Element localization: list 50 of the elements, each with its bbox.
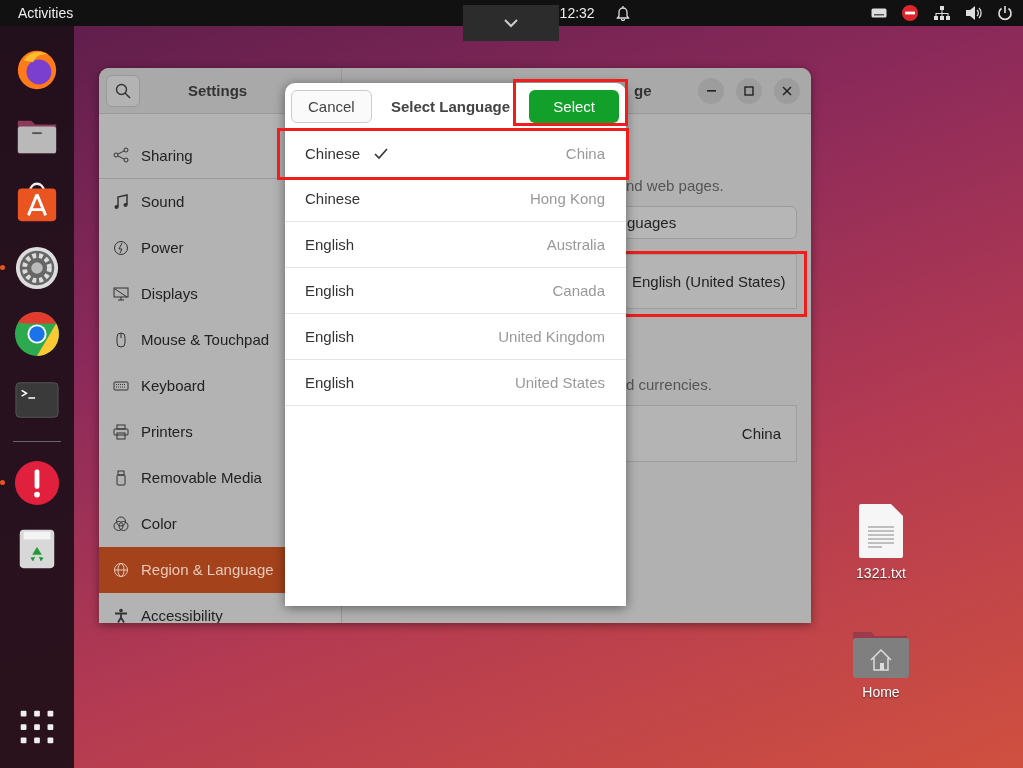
globe-icon — [113, 561, 129, 578]
usb-drive-icon — [113, 469, 129, 486]
close-icon — [782, 85, 792, 96]
close-button[interactable] — [774, 77, 800, 104]
maximize-icon — [744, 85, 754, 96]
keyboard-icon[interactable] — [871, 7, 887, 19]
bell-icon[interactable] — [614, 5, 631, 21]
search-button[interactable] — [106, 74, 140, 107]
chevron-icon — [503, 18, 519, 28]
exclamation-icon[interactable] — [14, 460, 60, 506]
file-label: Home — [862, 684, 900, 700]
document-icon[interactable] — [858, 503, 904, 559]
activities-button[interactable]: Activities — [18, 5, 74, 21]
mouse-icon — [113, 331, 129, 348]
power-icon[interactable] — [997, 5, 1013, 21]
panel-title: ge — [634, 82, 652, 99]
printer-icon — [113, 423, 129, 440]
pulldown-handle[interactable] — [463, 5, 559, 41]
display-icon — [113, 285, 129, 302]
volume-icon[interactable] — [965, 5, 983, 21]
dialog-title: Select Language — [389, 97, 512, 115]
file-label: 1321.txt — [856, 565, 906, 581]
language-option[interactable]: Chinese Hong Kong — [285, 176, 626, 222]
browser-icon[interactable] — [14, 311, 60, 357]
music-note-icon — [113, 193, 129, 210]
gear-icon[interactable] — [14, 245, 60, 291]
language-value: English (United States) — [632, 273, 786, 290]
home-folder-icon[interactable] — [853, 630, 909, 678]
description-text: nd web pages. — [625, 176, 725, 196]
share-icon — [113, 147, 129, 163]
formats-value: China — [741, 425, 781, 442]
sidebar-item[interactable]: Removable Media — [99, 455, 341, 501]
language-option[interactable]: English Canada — [285, 268, 626, 314]
color-circles-icon — [113, 515, 129, 532]
minimize-button[interactable] — [698, 77, 724, 104]
power-icon — [113, 239, 129, 256]
language-option[interactable]: English United States — [285, 360, 626, 406]
window-title: Settings — [188, 82, 248, 99]
cancel-button[interactable]: Cancel — [291, 89, 372, 123]
language-option[interactable]: English United Kingdom — [285, 314, 626, 360]
network-icon[interactable] — [933, 5, 951, 21]
sidebar-item[interactable]: Color — [99, 501, 341, 547]
language-option[interactable]: English Australia — [285, 222, 626, 268]
clock[interactable]: 12:32 — [559, 5, 595, 21]
search-icon — [115, 82, 131, 99]
minimize-icon — [706, 89, 716, 92]
maximize-button[interactable] — [736, 77, 762, 104]
sidebar-item[interactable]: Printers — [99, 409, 341, 455]
person-icon — [113, 607, 129, 623]
no-entry-icon[interactable] — [901, 4, 919, 22]
